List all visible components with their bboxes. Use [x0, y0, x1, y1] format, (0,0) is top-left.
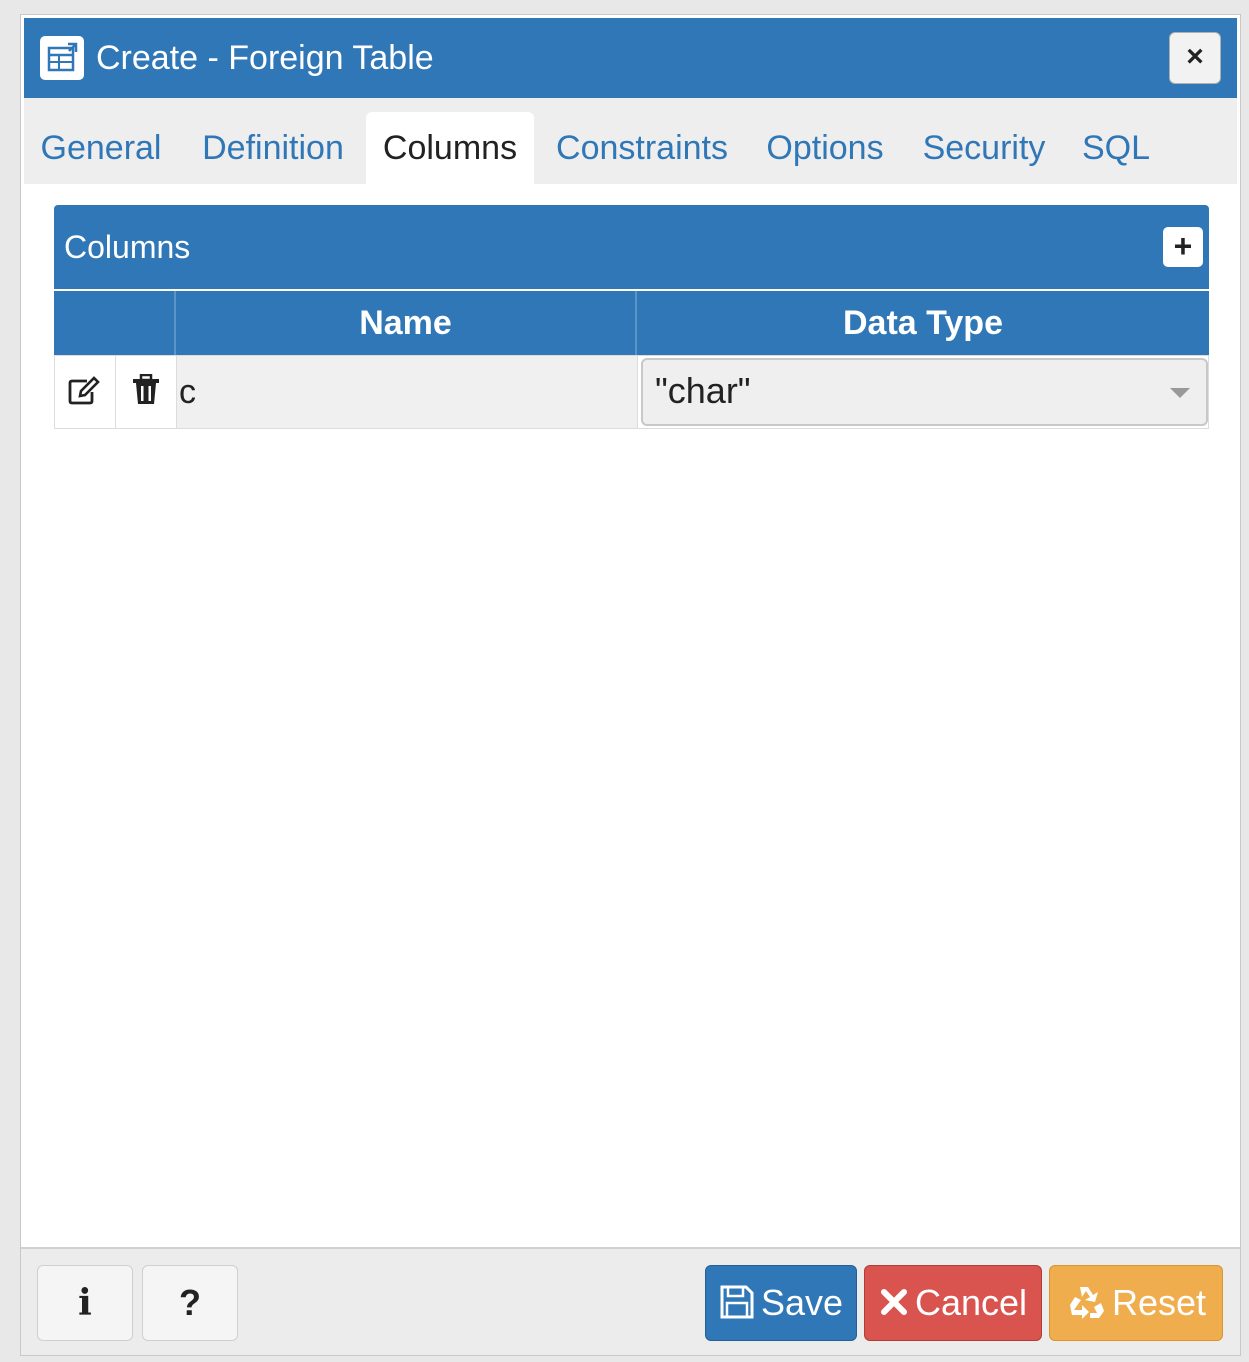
edit-row-button[interactable]: [55, 356, 116, 428]
dialog-title: Create - Foreign Table: [96, 39, 434, 77]
data-type-select[interactable]: "char": [641, 358, 1208, 426]
create-foreign-table-dialog: Create - Foreign Table × General Definit…: [20, 14, 1241, 1356]
column-name-cell[interactable]: c: [177, 356, 638, 428]
table-row: c "char": [54, 355, 1209, 429]
add-column-button[interactable]: +: [1163, 227, 1203, 267]
info-button[interactable]: i: [37, 1265, 133, 1341]
save-button[interactable]: Save: [705, 1265, 857, 1341]
tab-constraints[interactable]: Constraints: [550, 112, 734, 184]
tab-bar: General Definition Columns Constraints O…: [24, 98, 1237, 184]
close-button[interactable]: ×: [1169, 32, 1221, 84]
data-type-column-header: Data Type: [637, 291, 1209, 355]
name-column-header: Name: [176, 291, 637, 355]
edit-icon: [67, 376, 101, 411]
tab-general[interactable]: General: [28, 112, 174, 184]
dialog-titlebar[interactable]: Create - Foreign Table ×: [24, 18, 1237, 98]
data-type-value: "char": [655, 370, 751, 411]
actions-column-header: [54, 291, 176, 355]
save-label: Save: [760, 1282, 844, 1323]
cancel-button[interactable]: Cancel: [864, 1265, 1042, 1341]
reset-button[interactable]: Reset: [1049, 1265, 1223, 1341]
delete-row-button[interactable]: [116, 356, 177, 428]
trash-icon: [132, 373, 160, 411]
tab-options[interactable]: Options: [760, 112, 890, 184]
columns-panel: Columns + Name Data Type c "char": [54, 205, 1209, 429]
cancel-label: Cancel: [914, 1282, 1028, 1323]
tab-definition[interactable]: Definition: [190, 112, 356, 184]
dialog-footer: i ? Save Cancel Reset: [21, 1247, 1240, 1355]
columns-panel-header: Columns +: [54, 205, 1209, 289]
reset-label: Reset: [1111, 1282, 1207, 1323]
recycle-icon: [1069, 1287, 1104, 1320]
tab-columns[interactable]: Columns: [366, 112, 534, 184]
columns-panel-title: Columns: [64, 229, 191, 265]
chevron-down-icon: [1170, 388, 1190, 398]
save-icon: [720, 1285, 754, 1319]
tab-sql[interactable]: SQL: [1076, 112, 1156, 184]
foreign-table-icon: [40, 36, 84, 80]
help-button[interactable]: ?: [142, 1265, 238, 1341]
data-type-cell: "char": [639, 356, 1208, 428]
tab-security[interactable]: Security: [918, 112, 1050, 184]
close-icon: [880, 1289, 907, 1316]
